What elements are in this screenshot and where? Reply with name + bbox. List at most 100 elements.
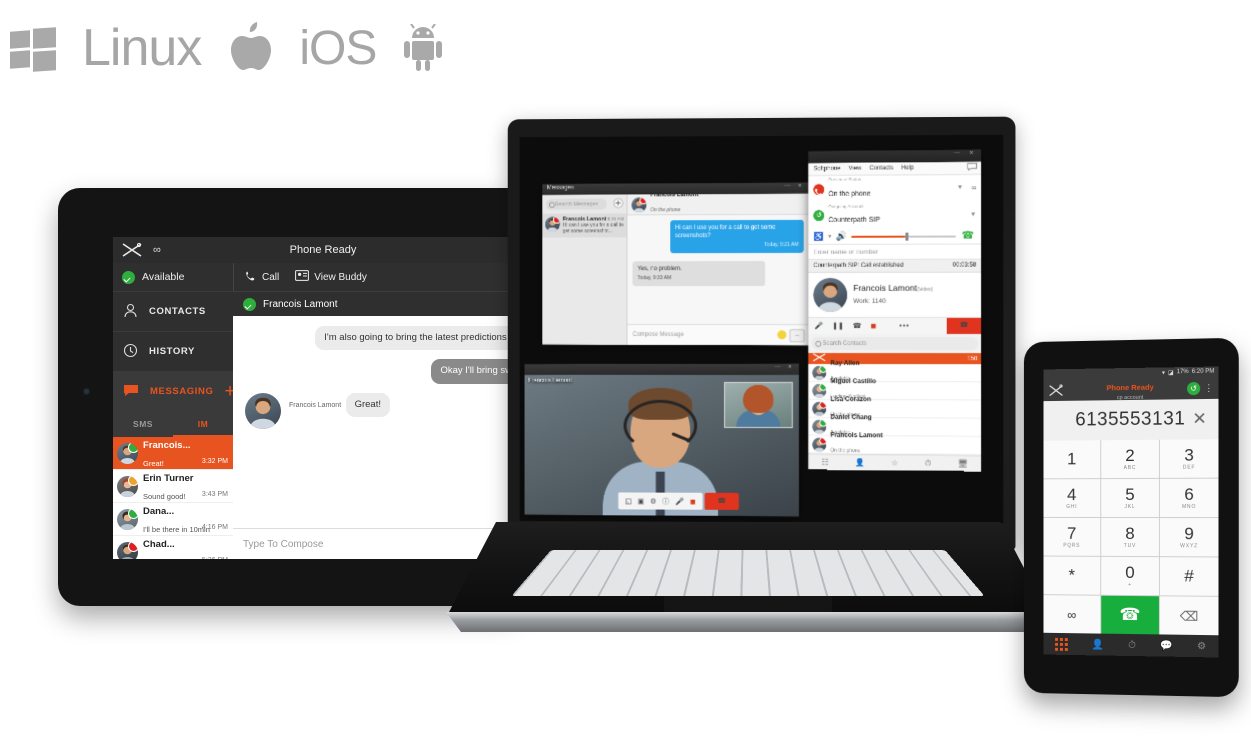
signal-icon: ◪ [1167, 369, 1174, 376]
list-item[interactable]: Erin Turner Sound good! 3:43 PM [113, 470, 233, 503]
dialed-number-display[interactable]: 6135553131 ✕ [1043, 398, 1219, 441]
history-clock-icon[interactable]: ⏱ [925, 458, 931, 468]
chevron-down-icon[interactable]: ▼ [957, 185, 963, 191]
softphone-window[interactable]: — × Softphone View Contacts Help Presenc… [808, 149, 982, 472]
dialpad-key-9[interactable]: 9 WXYZ [1159, 518, 1219, 557]
account-green-icon[interactable]: ↺ [1187, 381, 1201, 395]
dialpad-key-1[interactable]: 1 [1043, 440, 1101, 479]
volume-slider[interactable] [851, 232, 956, 241]
plus-circle-icon[interactable] [613, 195, 624, 213]
self-view-pip[interactable] [724, 381, 793, 429]
gear-icon[interactable]: ⚙ [650, 497, 656, 505]
info-icon[interactable]: ⓘ [662, 496, 669, 506]
dialpad-key-0[interactable]: 0 + [1101, 556, 1159, 596]
end-call-icon[interactable]: ☎ [946, 317, 982, 335]
search-messages-input[interactable]: Search Messages [546, 198, 607, 210]
clear-x-icon[interactable]: ✕ [1192, 409, 1207, 429]
call-button[interactable]: Call [245, 270, 279, 285]
chevron-down-icon[interactable]: ▼ [970, 212, 976, 218]
overflow-menu-icon[interactable]: ⋮ [1204, 382, 1213, 393]
screenshare-icon[interactable]: 🖥 [958, 459, 968, 468]
mic-icon[interactable]: 🎤 [675, 497, 684, 505]
message-bubble-in: Yes, no problem. Today, 9:33 AM [632, 260, 766, 286]
presence-status[interactable]: Available [113, 263, 233, 291]
mic-icon[interactable]: 🎤 [814, 322, 823, 330]
tab-im[interactable]: IM [173, 411, 233, 437]
search-placeholder: Search Contacts [822, 340, 867, 347]
dial-input[interactable]: Enter name or number [808, 243, 982, 261]
message-thread: Hi can I use you for a call to get some … [628, 215, 809, 325]
dialpad-key-5[interactable]: 5 JKL [1101, 478, 1159, 518]
menu-softphone[interactable]: Softphone [813, 166, 840, 172]
pause-icon[interactable]: ❚❚ [832, 322, 844, 330]
dialpad-key-7[interactable]: 7 PQRS [1043, 517, 1101, 556]
window-controls[interactable]: — × [784, 183, 804, 189]
window-controls[interactable]: — × [954, 151, 978, 157]
transfer-icon[interactable]: ☎ [853, 322, 862, 330]
chevron-down-icon[interactable]: ▼ [827, 233, 832, 239]
dialpad-icon[interactable]: ☷ [821, 458, 828, 467]
screenshare-icon[interactable]: ▣ [638, 497, 645, 505]
linux-label: Linux [82, 19, 202, 77]
call-icon[interactable]: ☎ [1101, 595, 1159, 635]
messages-window[interactable]: Messages — × Search Messages Francois La… [542, 182, 809, 346]
list-item[interactable]: Francois Lamont 9:21 AM Hi can I use you… [542, 213, 627, 238]
list-item[interactable]: Dana... I'll be there in 10min 4:16 PM [113, 503, 233, 536]
avatar [812, 419, 827, 434]
history-clock-icon[interactable]: ⏱ [1128, 639, 1136, 650]
dialpad-key-6[interactable]: 6 MNO [1159, 478, 1219, 518]
fullscreen-icon[interactable]: ◱ [625, 497, 632, 505]
conversation-preview: I'll let you know [143, 558, 194, 559]
menu-help[interactable]: Help [901, 165, 913, 171]
call-icon[interactable]: ☎ [960, 230, 977, 241]
dialpad-key-8[interactable]: 8 TUV [1101, 517, 1159, 557]
compose-message-input[interactable]: Compose Message → [627, 323, 809, 346]
dialpad-icon[interactable] [1055, 637, 1068, 651]
view-buddy-button[interactable]: View Buddy [295, 270, 367, 284]
window-title: Messages [547, 185, 574, 192]
tab-sms[interactable]: SMS [113, 411, 173, 437]
list-item[interactable]: Francois Lamont On the phone [808, 432, 982, 456]
voicemail-icon[interactable]: ∞ [967, 185, 976, 192]
dialpad[interactable]: 1 2 ABC 3 DEF 4 GHI 5 JKL 6 MNO 7 PQRS 8 TUV 9W… [1043, 439, 1219, 636]
window-controls[interactable]: — × [774, 365, 794, 371]
sidebar-item-messaging[interactable]: MESSAGING + [113, 371, 236, 411]
sidebar-item-history[interactable]: HISTORY [113, 331, 233, 371]
list-item[interactable]: Francois... Great! 3:32 PM [113, 437, 233, 470]
video-icon[interactable]: ◼ [870, 322, 876, 330]
dialpad-key-4[interactable]: 4 GHI [1043, 479, 1101, 517]
presence-status-row[interactable]: Presence Status On the phone ▼ ∞ [808, 174, 982, 203]
conversation-list[interactable]: Francois... Great! 3:32 PM Erin Turner S… [113, 437, 233, 559]
smiley-icon[interactable] [777, 330, 787, 340]
laptop-trackpad[interactable] [664, 596, 832, 612]
video-call-window[interactable]: — × Francois Lamont ◱ ▣ ⚙ ⓘ 🎤 ◼ ☎ [524, 363, 799, 517]
messages-icon[interactable]: 💬 [1160, 640, 1172, 651]
send-icon[interactable]: → [789, 329, 805, 343]
favorites-star-icon[interactable]: ☆ [891, 458, 898, 467]
video-icon[interactable]: ◼ [690, 497, 696, 505]
volume-slider-row[interactable]: ♿ ▼ 🔊 ☎ [808, 228, 982, 245]
dialpad-key-3[interactable]: 3 DEF [1159, 439, 1219, 478]
contacts-icon[interactable]: 👤 [855, 458, 865, 467]
outgoing-account-row[interactable]: ↺ Outgoing Account Counterpath SIP ▼ [808, 201, 982, 230]
phone-bottom-nav[interactable]: 👤 ⏱ 💬 ⚙ [1043, 632, 1219, 658]
call-controls[interactable]: 🎤 ❚❚ ☎ ◼ ••• ☎ [808, 316, 982, 335]
dialpad-key-hash[interactable]: # [1159, 557, 1219, 596]
headset-icon[interactable]: ♿ [813, 232, 823, 241]
voicemail-icon[interactable]: ∞ [1043, 595, 1101, 634]
backspace-icon[interactable]: ⌫ [1159, 596, 1219, 636]
contacts-icon[interactable]: 👤 [1092, 639, 1104, 650]
settings-gear-icon[interactable]: ⚙ [1197, 640, 1206, 651]
more-icon[interactable]: ••• [899, 322, 909, 329]
chat-bubble-icon[interactable] [967, 163, 981, 173]
laptop-keyboard[interactable] [511, 550, 985, 597]
search-contacts-input[interactable]: Search Contacts [811, 336, 979, 351]
dialpad-key-star[interactable]: * [1043, 556, 1101, 595]
video-controls-toolbar[interactable]: ◱ ▣ ⚙ ⓘ 🎤 ◼ ☎ [618, 492, 739, 511]
list-item[interactable]: Chad... I'll let you know 5:36 PM [113, 536, 233, 559]
menu-contacts[interactable]: Contacts [870, 165, 894, 171]
menu-view[interactable]: View [849, 166, 862, 172]
sidebar-item-contacts[interactable]: CONTACTS [113, 291, 233, 331]
dialpad-key-2[interactable]: 2 ABC [1101, 439, 1159, 479]
end-call-icon[interactable]: ☎ [704, 492, 739, 511]
